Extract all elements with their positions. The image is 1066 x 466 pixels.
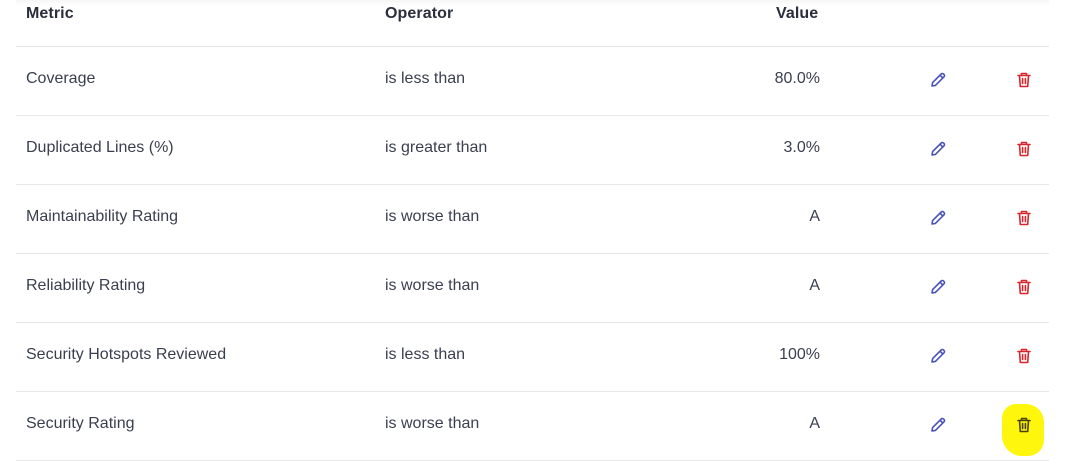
column-header-metric: Metric — [26, 5, 74, 22]
quality-gate-conditions-table: Metric Operator Value Coverage is less t… — [16, 0, 1049, 461]
metric-cell: Security Rating — [26, 415, 135, 432]
edit-condition-button[interactable] — [925, 67, 951, 93]
delete-condition-button[interactable] — [1011, 205, 1037, 231]
operator-cell: is less than — [385, 346, 466, 363]
value-cell: A — [809, 208, 820, 225]
metric-cell: Reliability Rating — [26, 277, 146, 294]
table-row: Reliability Rating is worse than A — [16, 254, 1049, 323]
edit-condition-button[interactable] — [925, 343, 951, 369]
edit-condition-button[interactable] — [925, 412, 951, 438]
pencil-icon — [931, 72, 946, 87]
value-cell: A — [809, 415, 820, 432]
trash-icon — [1017, 279, 1031, 295]
metric-cell: Coverage — [26, 70, 96, 87]
metric-cell: Security Hotspots Reviewed — [26, 346, 227, 363]
pencil-icon — [931, 279, 946, 294]
edit-condition-button[interactable] — [925, 274, 951, 300]
metric-cell: Maintainability Rating — [26, 208, 179, 225]
trash-icon — [1017, 72, 1031, 88]
trash-icon — [1017, 210, 1031, 226]
trash-icon — [1017, 417, 1031, 433]
value-cell: 80.0% — [774, 70, 820, 87]
table-row: Coverage is less than 80.0% — [16, 47, 1049, 116]
column-header-operator: Operator — [385, 5, 454, 22]
delete-condition-button[interactable] — [1011, 412, 1037, 438]
operator-cell: is less than — [385, 70, 466, 87]
operator-cell: is worse than — [385, 277, 480, 294]
trash-icon — [1017, 141, 1031, 157]
operator-cell: is worse than — [385, 415, 480, 432]
value-cell: 100% — [779, 346, 820, 363]
delete-condition-button[interactable] — [1011, 136, 1037, 162]
value-cell: 3.0% — [783, 139, 820, 156]
edit-condition-button[interactable] — [925, 136, 951, 162]
trash-icon — [1017, 348, 1031, 364]
pencil-icon — [931, 417, 946, 432]
pencil-icon — [931, 210, 946, 225]
pencil-icon — [931, 348, 946, 363]
table-row: Security Hotspots Reviewed is less than … — [16, 323, 1049, 392]
table-header: Metric Operator Value — [16, 0, 1049, 47]
operator-cell: is greater than — [385, 139, 488, 156]
table-row: Security Rating is worse than A — [16, 392, 1049, 461]
delete-condition-button[interactable] — [1011, 343, 1037, 369]
delete-condition-button[interactable] — [1011, 67, 1037, 93]
delete-condition-button[interactable] — [1011, 274, 1037, 300]
metric-cell: Duplicated Lines (%) — [26, 139, 174, 156]
operator-cell: is worse than — [385, 208, 480, 225]
table-row: Duplicated Lines (%) is greater than 3.0… — [16, 116, 1049, 185]
column-header-value: Value — [776, 5, 819, 22]
edit-condition-button[interactable] — [925, 205, 951, 231]
pencil-icon — [931, 141, 946, 156]
table-row: Maintainability Rating is worse than A — [16, 185, 1049, 254]
value-cell: A — [809, 277, 820, 294]
